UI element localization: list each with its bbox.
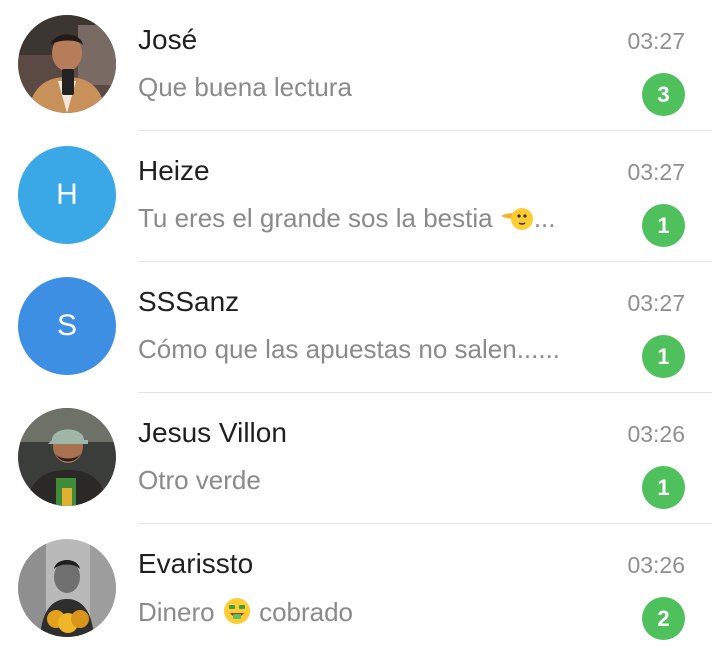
chat-row-jesus-villon[interactable]: Jesus Villon 03:26 Otro verde 1 — [0, 393, 712, 524]
avatar[interactable] — [18, 539, 116, 637]
message-time: 03:27 — [627, 28, 685, 54]
unread-badge: 1 — [642, 466, 685, 509]
avatar-letter: H — [56, 178, 78, 211]
message-time: 03:26 — [627, 552, 685, 578]
contact-name: SSSanz — [138, 286, 240, 317]
chat-row-jose[interactable]: José 03:27 Que buena lectura 3 — [0, 0, 712, 131]
contact-name: José — [138, 24, 198, 55]
unread-badge: 3 — [642, 73, 685, 116]
message-preview-text-after: cobrado — [259, 597, 354, 627]
message-time: 03:26 — [627, 421, 685, 447]
message-preview: Tu eres el grande sos la bestia ... — [138, 203, 608, 239]
avatar[interactable]: S — [18, 277, 116, 375]
message-preview: Cómo que las apuestas no salen...... — [138, 334, 561, 364]
message-preview: Otro verde — [138, 465, 261, 495]
chat-row-sssanz[interactable]: S SSSanz 03:27 Cómo que las apuestas no … — [0, 262, 712, 393]
contact-name: Jesus Villon — [138, 417, 287, 448]
chat-list: José 03:27 Que buena lectura 3 H Heize 0… — [0, 0, 712, 640]
unread-badge: 2 — [642, 597, 685, 640]
message-preview: Dinero cobrado — [138, 596, 608, 633]
avatar[interactable] — [18, 408, 116, 506]
avatar-letter: S — [56, 309, 77, 342]
avatar[interactable]: H — [18, 146, 116, 244]
chat-row-heize[interactable]: H Heize 03:27 Tu eres el grande sos la b… — [0, 131, 712, 262]
message-time: 03:27 — [627, 290, 685, 316]
avatar[interactable] — [18, 15, 116, 113]
unread-badge: 1 — [642, 335, 685, 378]
message-preview-ellipsis: ... — [533, 203, 556, 233]
person-photo-icon — [18, 539, 116, 637]
person-photo-icon — [18, 15, 116, 113]
message-preview-text: Tu eres el grande sos la bestia — [138, 203, 493, 233]
chat-row-evarissto[interactable]: Evarissto 03:26 Dinero cobrado 2 — [0, 524, 712, 655]
message-preview: Que buena lectura — [138, 72, 352, 102]
contact-name: Evarissto — [138, 548, 254, 579]
message-time: 03:27 — [627, 159, 685, 185]
contact-name: Heize — [138, 155, 210, 186]
message-preview-text: Dinero — [138, 597, 215, 627]
unread-badge: 1 — [642, 204, 685, 247]
person-photo-icon — [18, 408, 116, 506]
point-left-face-emoji — [500, 204, 534, 239]
money-mouth-face-emoji — [222, 596, 252, 633]
